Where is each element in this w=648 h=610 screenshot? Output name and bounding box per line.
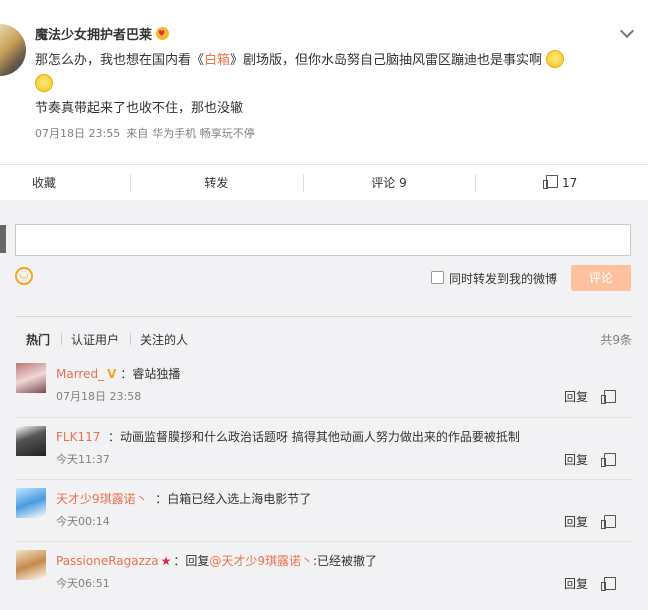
comment-time: 今天06:51 — [56, 577, 110, 590]
emoji-icon — [35, 74, 53, 92]
current-user-avatar — [0, 225, 6, 253]
like-button[interactable]: 17 — [475, 165, 648, 201]
forward-button[interactable]: 转发 — [130, 165, 303, 201]
reply-button[interactable]: 回复 — [564, 513, 588, 530]
comment-item: FLK117 ：动画监督膜拶和什么政治话题呀 搞得其他动画人努力做出来的作品要被… — [16, 417, 632, 480]
thumbs-up-icon[interactable] — [601, 577, 616, 591]
thumbs-up-icon[interactable] — [601, 515, 616, 529]
comment-item: 天才少9琪露诺丶 ：白箱已经入选上海电影节了 今天00:14 回复 — [16, 479, 632, 542]
emoji-icon — [546, 50, 565, 68]
comment-count: 共9条 — [600, 333, 632, 347]
post-text-part: 那怎么办，我也想在国内看《 — [35, 53, 205, 68]
comment-button[interactable]: 评论 9 — [302, 165, 476, 201]
forward-checkbox-label: 同时转发到我的微博 — [449, 272, 558, 286]
forward-label: 转发 — [204, 176, 229, 190]
comment-line: PassioneRagazza ★ ：回复@天才少9琪露诺丶:已经被撤了 — [56, 552, 377, 569]
tab-divider — [61, 333, 62, 345]
tab-divider — [130, 333, 131, 345]
commenter-avatar[interactable] — [16, 488, 46, 518]
post-text: 那怎么办，我也想在国内看《白箱》剧场版，但你水岛努自己脑抽风雷区蹦迪也是事实啊 … — [35, 49, 625, 121]
topic-link[interactable]: 白箱 — [204, 53, 230, 68]
post-text-line2: 节奏真带起来了也收不住，那也没辙 — [35, 101, 244, 116]
star-badge-icon[interactable]: ★ — [161, 554, 172, 568]
post-meta: 07月18日 23:55 来自 华为手机 畅享玩不停 — [35, 125, 261, 141]
comment-list: 热门 认证用户 关注的人 共9条 Marred_ V ：睿站独播 07月18日 23… — [0, 316, 648, 610]
comment-text: ：睿站独播 — [120, 367, 181, 381]
comment-item: PassioneRagazza ★ ：回复@天才少9琪露诺丶:已经被撤了 今天06:… — [16, 541, 632, 604]
commenter-avatar[interactable] — [16, 550, 46, 580]
author-avatar[interactable] — [0, 24, 26, 76]
chevron-down-icon[interactable] — [619, 23, 635, 39]
commenter-name[interactable]: PassioneRagazza — [56, 554, 159, 568]
mention-link[interactable]: @天才少9琪露诺丶 — [209, 554, 313, 568]
comment-label: 评论 9 — [371, 176, 407, 190]
submit-comment-button[interactable]: 评论 — [571, 265, 631, 291]
tab-verified[interactable]: 认证用户 — [71, 331, 119, 348]
tab-hot[interactable]: 热门 — [26, 331, 50, 348]
comment-input[interactable] — [15, 224, 631, 256]
comment-time: 07月18日 23:58 — [56, 390, 142, 403]
forward-checkbox[interactable] — [431, 271, 444, 284]
comment-filter-tabs: 热门 认证用户 关注的人 共9条 — [16, 316, 632, 359]
comment-text: :已经被撤了 — [313, 554, 378, 568]
comment-line: 天才少9琪露诺丶 ：白箱已经入选上海电影节了 — [56, 490, 311, 507]
comment-composer: 同时转发到我的微博 评论 — [0, 222, 648, 312]
forward-checkbox-option[interactable]: 同时转发到我的微博 — [431, 270, 557, 287]
weibo-post-card: 魔法少女拥护者巴莱 那怎么办，我也想在国内看《白箱》剧场版，但你水岛努自己脑抽风… — [0, 0, 648, 200]
like-count: 17 — [562, 176, 578, 190]
reply-button[interactable]: 回复 — [564, 451, 588, 468]
comment-line: Marred_ V ：睿站独播 — [56, 365, 180, 382]
commenter-avatar[interactable] — [16, 363, 46, 393]
comment-line: FLK117 ：动画监督膜拶和什么政治话题呀 搞得其他动画人努力做出来的作品要被… — [56, 428, 520, 445]
author-name-text[interactable]: 魔法少女拥护者巴莱 — [35, 28, 152, 43]
heart-eyes-badge-icon — [156, 27, 170, 40]
post-text-part: 》剧场版，但你水岛努自己脑抽风雷区蹦迪也是事实啊 — [230, 53, 543, 68]
post-date[interactable]: 07月18日 23:55 — [35, 127, 120, 140]
comment-text: ：动画监督膜拶和什么政治话题呀 搞得其他动画人努力做出来的作品要被抵制 — [108, 430, 520, 444]
commenter-name[interactable]: 天才少9琪露诺丶 — [56, 492, 148, 506]
commenter-avatar[interactable] — [16, 426, 46, 456]
reply-button[interactable]: 回复 — [564, 388, 588, 405]
vip-badge-icon[interactable]: V — [107, 367, 116, 381]
comment-time: 今天11:37 — [56, 453, 110, 466]
comment-text: ：白箱已经入选上海电影节了 — [155, 492, 312, 506]
tab-following[interactable]: 关注的人 — [140, 331, 188, 348]
emoji-picker-icon[interactable] — [15, 267, 33, 285]
source-prefix: 来自 — [126, 127, 149, 140]
post-source[interactable]: 华为手机 畅享玩不停 — [152, 127, 255, 140]
author-name[interactable]: 魔法少女拥护者巴莱 — [35, 24, 170, 43]
commenter-name[interactable]: FLK117 — [56, 430, 100, 444]
reply-button[interactable]: 回复 — [564, 575, 588, 592]
comment-text: ：回复 — [173, 554, 210, 568]
thumbs-up-icon[interactable] — [601, 390, 616, 404]
comment-time: 今天00:14 — [56, 515, 110, 528]
commenter-name[interactable]: Marred_ — [56, 367, 104, 381]
thumbs-up-icon[interactable] — [601, 453, 616, 467]
thumbs-up-icon — [543, 175, 559, 189]
collect-button[interactable]: 收藏 — [0, 165, 130, 201]
collect-label: 收藏 — [32, 176, 57, 190]
action-bar: 收藏 转发 评论 9 17 — [0, 164, 648, 201]
comment-item: Marred_ V ：睿站独播 07月18日 23:58 回复 — [16, 355, 632, 417]
